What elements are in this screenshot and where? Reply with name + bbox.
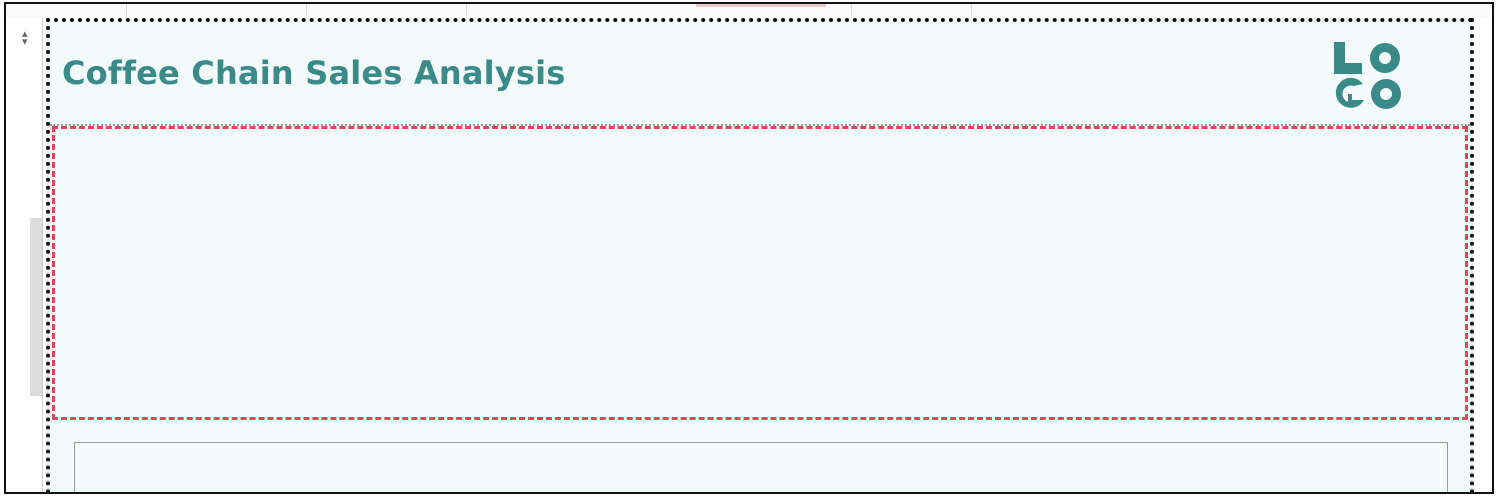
ruler-tick bbox=[851, 4, 852, 18]
up-down-arrows-icon[interactable]: ▴ ▾ bbox=[22, 28, 28, 47]
top-tab-strip bbox=[6, 4, 1492, 18]
panel-divider bbox=[42, 18, 43, 492]
vertical-scrollbar-thumb[interactable] bbox=[30, 218, 42, 396]
active-tab-indicator[interactable] bbox=[696, 4, 826, 7]
dashboard-header[interactable]: Coffee Chain Sales Analysis bbox=[50, 22, 1470, 126]
logo-icon bbox=[1334, 42, 1401, 109]
dashboard-title[interactable]: Coffee Chain Sales Analysis bbox=[62, 54, 566, 92]
ruler-tick bbox=[306, 4, 307, 18]
left-side-panel: ▴ ▾ bbox=[6, 18, 44, 492]
selected-layout-container[interactable] bbox=[52, 126, 1468, 420]
dashboard-container[interactable]: Coffee Chain Sales Analysis bbox=[46, 18, 1474, 492]
ruler-tick bbox=[466, 4, 467, 18]
screenshot-frame: ▴ ▾ Coffee Chain Sales Analysis bbox=[4, 2, 1494, 494]
ruler-tick bbox=[971, 4, 972, 18]
ruler-tick bbox=[126, 4, 127, 18]
bottom-worksheet-container[interactable] bbox=[74, 442, 1448, 492]
